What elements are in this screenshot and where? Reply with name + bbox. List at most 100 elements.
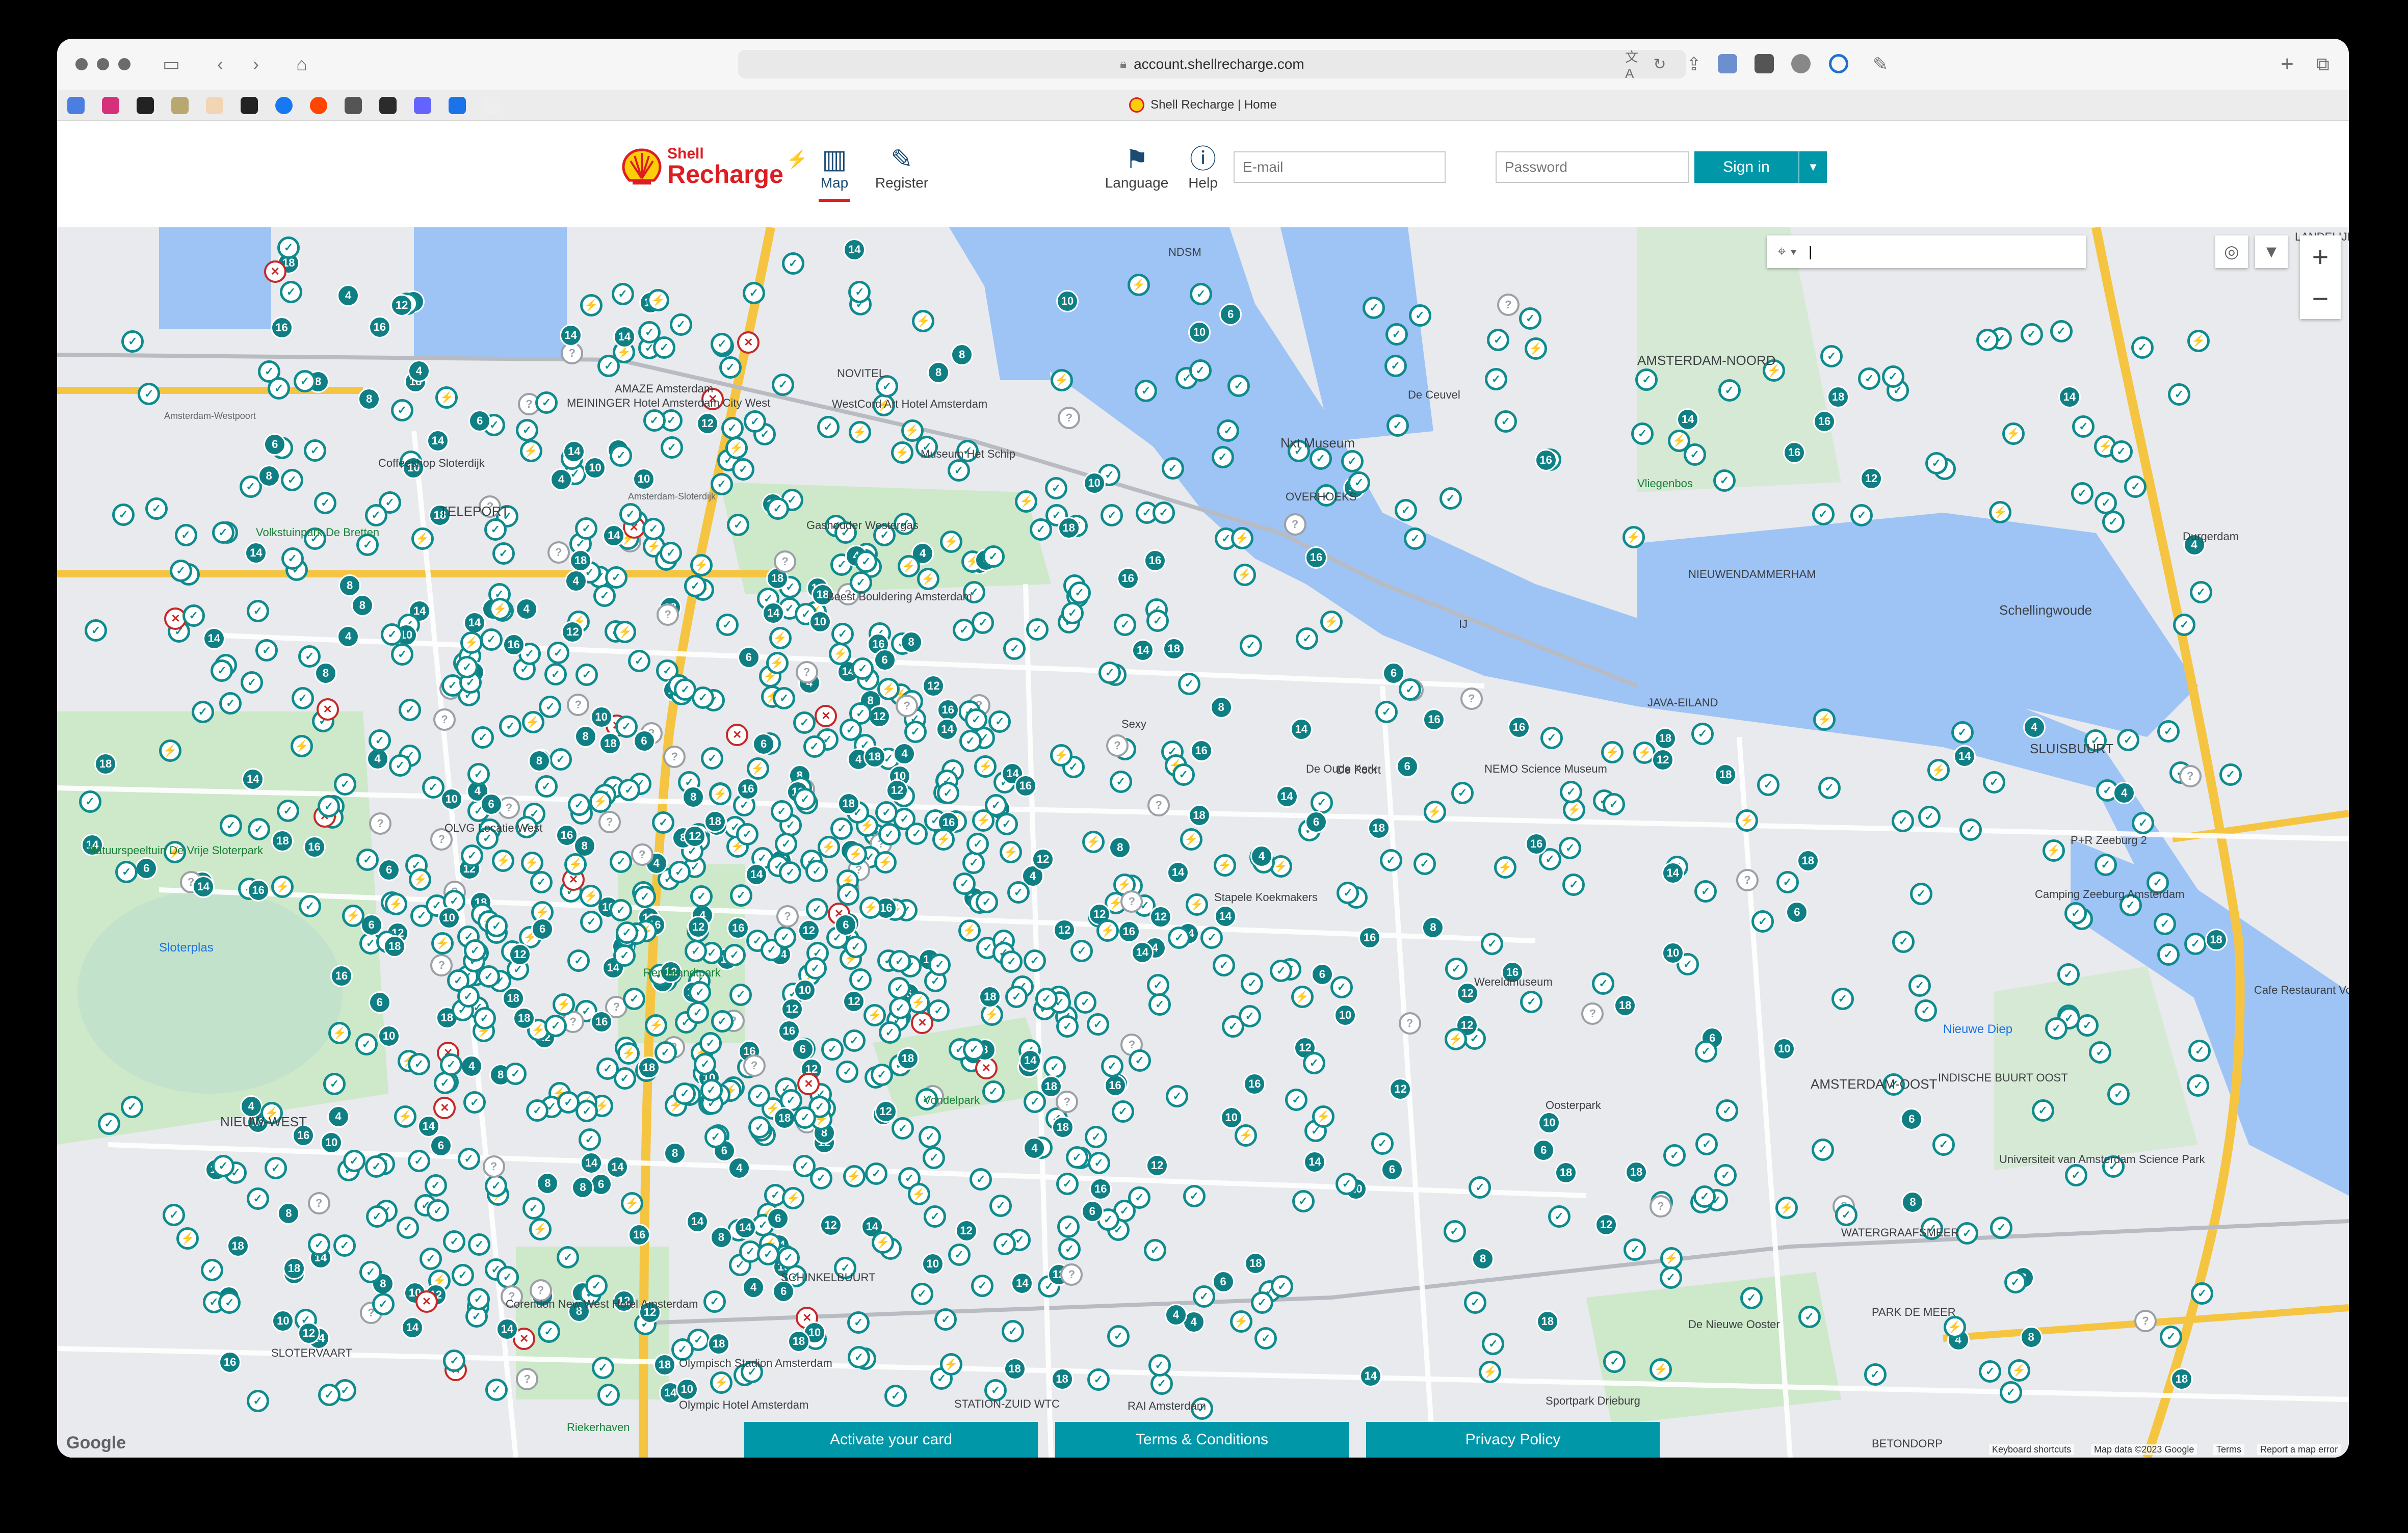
- terms-link[interactable]: Terms: [2213, 1444, 2244, 1455]
- charger-available-pin[interactable]: ✓: [591, 1357, 614, 1380]
- charger-available-pin[interactable]: ✓: [365, 1205, 388, 1228]
- charger-unknown-pin[interactable]: ?: [482, 1155, 505, 1178]
- charger-fast-pin[interactable]: ⚡: [1235, 1124, 1258, 1147]
- charger-available-pin[interactable]: ✓: [669, 313, 692, 336]
- charger-available-pin[interactable]: ✓: [2072, 415, 2095, 438]
- charger-cluster-pin[interactable]: 6: [468, 409, 491, 432]
- charger-available-pin[interactable]: ✓: [298, 894, 321, 917]
- charger-available-pin[interactable]: ✓: [1979, 1360, 2002, 1383]
- charger-available-pin[interactable]: ✓: [1445, 958, 1468, 980]
- charger-available-pin[interactable]: ✓: [770, 800, 793, 823]
- charger-fast-pin[interactable]: ⚡: [519, 440, 542, 462]
- charger-available-pin[interactable]: ✓: [1168, 926, 1191, 949]
- charger-available-pin[interactable]: ✓: [2000, 1381, 2023, 1404]
- charger-available-pin[interactable]: ✓: [298, 645, 321, 668]
- charger-available-pin[interactable]: ✓: [1065, 1146, 1088, 1169]
- charger-available-pin[interactable]: ✓: [381, 623, 404, 646]
- charger-cluster-pin[interactable]: 4: [564, 570, 587, 593]
- charger-available-pin[interactable]: ✓: [892, 1117, 914, 1140]
- charger-available-pin[interactable]: ✓: [85, 619, 108, 642]
- charger-available-pin[interactable]: ✓: [817, 416, 840, 439]
- terms-conditions-button[interactable]: Terms & Conditions: [1055, 1422, 1349, 1458]
- charger-available-pin[interactable]: ✓: [163, 1203, 186, 1226]
- charger-fast-pin[interactable]: ⚡: [645, 1014, 668, 1037]
- charger-cluster-pin[interactable]: 10: [1538, 1111, 1561, 1134]
- charger-available-pin[interactable]: ✓: [723, 943, 746, 966]
- charger-available-pin[interactable]: ✓: [627, 650, 650, 673]
- charger-available-pin[interactable]: ✓: [1146, 973, 1169, 996]
- charger-cluster-pin[interactable]: 16: [1116, 567, 1139, 590]
- charger-available-pin[interactable]: ✓: [1560, 781, 1583, 804]
- charger-cluster-pin[interactable]: 6: [873, 649, 896, 672]
- charger-cluster-pin[interactable]: 12: [843, 990, 866, 1013]
- charger-available-pin[interactable]: ✓: [279, 280, 302, 303]
- charger-cluster-pin[interactable]: 12: [780, 997, 803, 1020]
- charger-available-pin[interactable]: ✓: [314, 492, 337, 515]
- charger-cluster-pin[interactable]: 14: [580, 1152, 603, 1175]
- charger-available-pin[interactable]: ✓: [887, 977, 910, 1000]
- charger-available-pin[interactable]: ✓: [1695, 1132, 1718, 1155]
- charger-fast-pin[interactable]: ⚡: [580, 884, 603, 907]
- charger-available-pin[interactable]: ✓: [1548, 1205, 1571, 1228]
- charger-cluster-pin[interactable]: 16: [502, 633, 525, 656]
- charger-cluster-pin[interactable]: 14: [202, 627, 225, 650]
- charger-available-pin[interactable]: ✓: [643, 409, 666, 432]
- charger-available-pin[interactable]: ✓: [1057, 1215, 1080, 1238]
- charger-available-pin[interactable]: ✓: [1990, 1217, 2013, 1239]
- charger-cluster-pin[interactable]: 4: [337, 284, 360, 307]
- charger-cluster-pin[interactable]: 6: [1212, 1270, 1235, 1293]
- charger-available-pin[interactable]: ✓: [729, 984, 752, 1007]
- charger-available-pin[interactable]: ✓: [1302, 1052, 1325, 1075]
- charger-cluster-pin[interactable]: 18: [1051, 1116, 1074, 1139]
- charger-available-pin[interactable]: ✓: [460, 844, 483, 867]
- charger-available-pin[interactable]: ✓: [219, 692, 242, 715]
- charger-cluster-pin[interactable]: 18: [837, 792, 860, 815]
- charger-fast-pin[interactable]: ⚡: [1127, 273, 1150, 296]
- charger-available-pin[interactable]: ✓: [610, 851, 633, 874]
- charger-available-pin[interactable]: ✓: [522, 1197, 545, 1220]
- charger-available-pin[interactable]: ✓: [727, 513, 750, 536]
- charger-available-pin[interactable]: ✓: [120, 1096, 143, 1119]
- charger-available-pin[interactable]: ✓: [597, 355, 620, 378]
- minimize-window-button[interactable]: [97, 58, 109, 70]
- charger-unknown-pin[interactable]: ?: [1058, 407, 1081, 430]
- charger-available-pin[interactable]: ✓: [805, 860, 828, 883]
- charger-cluster-pin[interactable]: 12: [561, 620, 584, 643]
- charger-available-pin[interactable]: ✓: [1101, 504, 1123, 526]
- charger-available-pin[interactable]: ✓: [1109, 771, 1132, 794]
- charger-fast-pin[interactable]: ⚡: [614, 620, 637, 643]
- charger-cluster-pin[interactable]: 12: [819, 1213, 842, 1236]
- charger-available-pin[interactable]: ✓: [1751, 910, 1774, 933]
- charger-available-pin[interactable]: ✓: [484, 518, 507, 541]
- charger-cluster-pin[interactable]: 8: [277, 1202, 300, 1225]
- charger-cluster-pin[interactable]: 6: [480, 792, 503, 815]
- charger-fast-pin[interactable]: ⚡: [843, 1165, 866, 1187]
- charger-available-pin[interactable]: ✓: [1540, 727, 1563, 750]
- charger-available-pin[interactable]: ✓: [1211, 446, 1234, 469]
- charger-cluster-pin[interactable]: 8: [664, 1142, 687, 1165]
- charger-cluster-pin[interactable]: 18: [1057, 517, 1080, 540]
- charger-fast-pin[interactable]: ⚡: [553, 993, 575, 1016]
- charger-cluster-pin[interactable]: 16: [1358, 926, 1381, 949]
- charger-cluster-pin[interactable]: 14: [1359, 1365, 1382, 1388]
- charger-available-pin[interactable]: ✓: [578, 1128, 601, 1151]
- charger-cluster-pin[interactable]: 16: [330, 964, 353, 987]
- charger-available-pin[interactable]: ✓: [2157, 943, 2180, 966]
- charger-available-pin[interactable]: ✓: [1107, 1325, 1130, 1348]
- charger-available-pin[interactable]: ✓: [1270, 960, 1293, 983]
- charger-available-pin[interactable]: ✓: [2089, 1041, 2112, 1064]
- charger-cluster-pin[interactable]: 4: [728, 1156, 751, 1179]
- charger-unavailable-pin[interactable]: ✕: [316, 698, 339, 721]
- charger-available-pin[interactable]: ✓: [988, 710, 1011, 733]
- charger-available-pin[interactable]: ✓: [690, 885, 713, 908]
- charger-cluster-pin[interactable]: 6: [1382, 662, 1405, 685]
- charger-available-pin[interactable]: ✓: [1058, 1238, 1081, 1261]
- charger-fast-pin[interactable]: ⚡: [2187, 329, 2210, 352]
- charger-available-pin[interactable]: ✓: [1399, 678, 1422, 701]
- charger-cluster-pin[interactable]: 12: [390, 294, 413, 317]
- charger-available-pin[interactable]: ✓: [1296, 627, 1319, 650]
- charger-available-pin[interactable]: ✓: [427, 1199, 450, 1222]
- charger-cluster-pin[interactable]: 18: [1536, 1310, 1559, 1333]
- charger-cluster-pin[interactable]: 18: [94, 752, 117, 775]
- charger-available-pin[interactable]: ✓: [830, 817, 853, 840]
